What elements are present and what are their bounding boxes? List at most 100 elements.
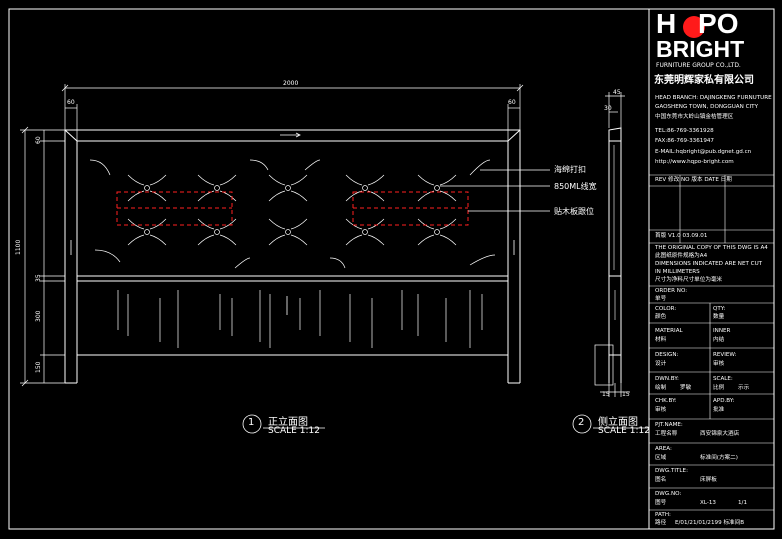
inner-cn: 内结 xyxy=(713,337,725,343)
dim-label-height: 1100 xyxy=(15,239,22,255)
tuft-crease xyxy=(439,174,457,186)
tuft-crease xyxy=(197,174,215,186)
tuft-crease xyxy=(345,234,363,246)
tuft-crease xyxy=(417,174,435,186)
tuft-crease xyxy=(127,174,145,186)
area-value: 标准间(方案二) xyxy=(700,455,738,461)
tuft-button xyxy=(214,185,220,191)
callout-wood-board: 贴木板跟位 xyxy=(554,207,594,216)
tuft-crease xyxy=(249,159,269,171)
note-4: IN MILLIMETERS xyxy=(655,269,700,275)
dim-label-total-width: 2000 xyxy=(283,80,299,87)
company-name-cn: 东莞明辉家私有限公司 xyxy=(654,75,754,86)
inner-label: INNER xyxy=(713,328,731,334)
tuft-crease xyxy=(234,257,251,269)
tuft-crease xyxy=(367,234,385,246)
checked-by-cn: 审核 xyxy=(655,407,667,413)
drawing-no-value: XL-13 xyxy=(700,500,716,506)
note-3: DIMENSIONS INDICATED ARE NET CUT xyxy=(655,261,763,267)
callout-sponge-button: 海绵打扣 xyxy=(554,165,586,174)
tuft-crease xyxy=(197,218,215,230)
approved-by-cn: 批准 xyxy=(713,407,725,413)
logo-po: PO xyxy=(698,8,739,39)
dim-label-bottom: 150 xyxy=(35,361,42,373)
tuft-crease xyxy=(345,174,363,186)
tufting-pattern xyxy=(89,159,496,269)
tuft-crease xyxy=(149,218,167,230)
tuft-crease xyxy=(149,234,167,246)
drawing-no-page: 1/1 xyxy=(738,500,748,506)
tuft-crease xyxy=(417,234,435,246)
dim-label-top: 60 xyxy=(35,136,42,144)
cad-drawing-canvas[interactable]: 2000 60 60 1100 60 35 300 150 45 30 15 1… xyxy=(0,0,782,539)
path-cn: 路径 xyxy=(655,520,667,526)
path-value: E/01/21/01/2199 标准间B xyxy=(675,520,745,526)
tuft-crease xyxy=(290,174,308,186)
revision-header: REV 修改 NO 版本 DATE 日期 xyxy=(655,177,732,183)
project-value: 西安锦泉大酒店 xyxy=(700,431,740,437)
logo-h: H xyxy=(656,8,677,39)
view-2-scale: SCALE 1:12 xyxy=(598,426,650,436)
telephone: TEL:86-769-3361928 xyxy=(655,128,714,134)
front-elevation xyxy=(64,129,521,384)
path-label: PATH: xyxy=(655,512,671,518)
qty-cn: 数量 xyxy=(713,314,725,320)
dashed-rectangles xyxy=(116,191,469,226)
tuft-crease xyxy=(329,257,346,269)
side-dim-depth: 45 xyxy=(613,89,621,96)
dimension-lines xyxy=(20,84,524,387)
side-dim-bottom-right: 15 xyxy=(622,391,630,398)
tuft-crease xyxy=(127,218,145,230)
tuft-crease xyxy=(367,174,385,186)
order-no-label: ORDER NO: xyxy=(655,288,688,294)
project-cn: 工程名称 xyxy=(655,431,678,437)
tuft-crease xyxy=(127,234,145,246)
scale-cn: 比例 xyxy=(713,385,725,391)
tuft-crease xyxy=(94,249,121,263)
area-cn: 区域 xyxy=(655,455,667,461)
tuft-crease xyxy=(290,218,308,230)
review-cn: 审核 xyxy=(713,361,725,367)
tuft-button xyxy=(362,229,368,235)
address-line-1: HEAD BRANCH: DAJINGKENG FURNUTURE xyxy=(655,95,772,101)
tuft-button xyxy=(144,229,150,235)
tuft-crease xyxy=(417,218,435,230)
checked-by-label: CHK.BY: xyxy=(655,398,677,404)
view-1-number: 1 xyxy=(248,417,255,428)
color-cn: 颜色 xyxy=(655,314,667,320)
view-1-scale: SCALE 1:12 xyxy=(268,426,320,436)
design-cn: 设计 xyxy=(655,361,667,367)
callout-leaders xyxy=(440,169,550,212)
dim-label-mid: 35 xyxy=(35,274,42,282)
area-label: AREA: xyxy=(655,446,672,452)
tuft-crease xyxy=(219,234,237,246)
drawing-no-label: DWG.NO: xyxy=(655,491,682,497)
skirt-panel-strokes xyxy=(117,290,483,348)
drawing-title-cn: 图名 xyxy=(655,477,667,483)
tuft-crease xyxy=(469,254,496,266)
tuft-crease xyxy=(268,234,286,246)
revision-row: 首版 V1.0 03.09.01 xyxy=(655,233,708,239)
tuft-crease xyxy=(89,159,111,176)
view-2-number: 2 xyxy=(578,417,585,428)
drawing-title-value: 床屏板 xyxy=(700,477,717,483)
dim-label-right-margin: 60 xyxy=(508,99,516,106)
tuft-crease xyxy=(367,218,385,230)
fax: FAX:86-769-3361947 xyxy=(655,138,714,144)
website: http://www.hqpo-bright.com xyxy=(655,159,734,165)
side-dim-bottom-left: 15 xyxy=(602,391,610,398)
tuft-crease xyxy=(345,218,363,230)
address-line-2: GAOSHENG TOWN, DONGGUAN CITY xyxy=(655,104,758,110)
tuft-button xyxy=(362,185,368,191)
note-2: 此图纸原件规格为A4 xyxy=(655,253,708,259)
drawn-by-cn: 绘制 xyxy=(655,385,667,391)
tuft-button xyxy=(434,185,440,191)
dim-label-lower: 300 xyxy=(35,310,42,322)
approved-by-label: APD.BY: xyxy=(713,398,735,404)
drawing-no-cn: 图号 xyxy=(655,500,667,506)
drawn-by-name: 罗敏 xyxy=(680,385,692,391)
tuft-crease xyxy=(268,190,286,202)
tuft-crease xyxy=(290,234,308,246)
tuft-button xyxy=(434,229,440,235)
email: E-MAIL:hqbright@pub.dgnet.gd.cn xyxy=(655,149,752,155)
